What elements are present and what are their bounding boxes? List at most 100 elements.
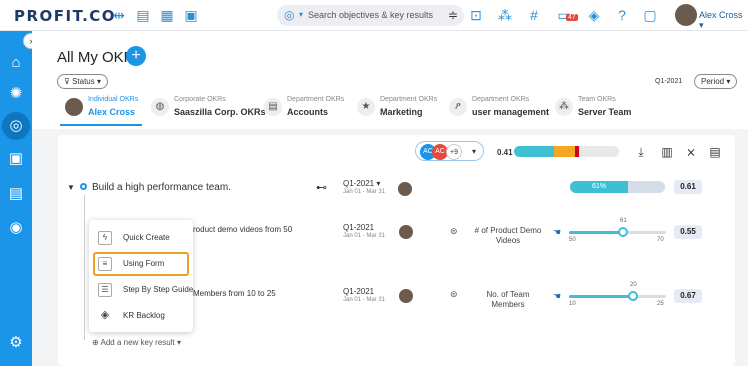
- alignment-icon[interactable]: ⊷: [316, 181, 327, 194]
- tab-corporate-okrs[interactable]: ◍ Corporate OKRs Saaszilla Corp. OKRs: [151, 95, 266, 125]
- key-result-title[interactable]: Members from 10 to 25: [193, 289, 276, 298]
- search-input[interactable]: Search objectives & key results: [308, 10, 433, 20]
- grid-icon[interactable]: ▦: [158, 6, 176, 24]
- chat-icon[interactable]: ▢: [641, 6, 659, 24]
- chart-icon[interactable]: ▥: [660, 145, 674, 159]
- target-value: 70: [657, 237, 664, 243]
- key-result-title[interactable]: roduct demo videos from 50: [193, 225, 292, 234]
- overall-score: 0.41: [497, 148, 513, 157]
- tab-user-management[interactable]: ዖ Department OKRs user management: [449, 95, 549, 125]
- alignment-icon[interactable]: ⇹: [110, 6, 128, 24]
- report-icon[interactable]: ▣: [182, 6, 200, 24]
- tab-accounts[interactable]: ▤ Department OKRs Accounts: [264, 95, 349, 125]
- target-icon[interactable]: ◎: [284, 8, 299, 23]
- menu-item-kr-backlog[interactable]: ◈ KR Backlog: [93, 304, 189, 328]
- checkin-icon[interactable]: ☚: [553, 291, 561, 302]
- search-bar[interactable]: ◎ ▾ Search objectives & key results ≑: [277, 5, 464, 26]
- tab-individual-okrs[interactable]: Individual OKRs Alex Cross: [65, 95, 145, 125]
- menu-item-quick-create[interactable]: ϟ Quick Create: [93, 226, 189, 250]
- tab-name-label: Server Team: [578, 107, 632, 117]
- metric-name: # of Product Demo Videos: [474, 226, 542, 245]
- document-icon[interactable]: ▤: [134, 6, 152, 24]
- avatar[interactable]: [399, 225, 413, 239]
- chevron-down-icon[interactable]: ▾: [466, 144, 482, 160]
- avatar[interactable]: [675, 4, 697, 26]
- status-filter[interactable]: ⊽ Status ▾: [57, 74, 109, 89]
- profitco-logo[interactable]: PROFIT.CO: [14, 7, 116, 25]
- key-result-period[interactable]: Q1-2021 Jan 01 - Mar 31: [343, 287, 385, 303]
- ledger-icon: ▤: [264, 98, 282, 116]
- slider-handle[interactable]: [628, 291, 638, 301]
- objective-progress-bar: 61%: [570, 181, 665, 193]
- period-dropdown[interactable]: Period ▾: [694, 74, 738, 89]
- menu-item-step-by-step-guide[interactable]: ☰ Step By Step Guide: [93, 278, 193, 302]
- metric-type-icon: ⊜: [450, 226, 458, 236]
- user-menu[interactable]: Alex Cross ▾: [699, 10, 748, 31]
- okr-target-icon[interactable]: ◎: [2, 112, 30, 140]
- folder-icon[interactable]: ⊡: [467, 6, 485, 24]
- tab-type-label: Department OKRs: [472, 96, 530, 103]
- globe-icon: ◍: [151, 98, 169, 116]
- menu-item-label: KR Backlog: [123, 311, 165, 320]
- tab-name-label: Saaszilla Corp. OKRs: [174, 107, 266, 117]
- objective-progress-fill: 61%: [570, 181, 628, 193]
- notification-badge: 47: [566, 14, 578, 21]
- add-objective-button[interactable]: +: [126, 46, 146, 66]
- objective-score: 0.61: [674, 180, 702, 194]
- hashtag-icon[interactable]: #: [525, 6, 543, 24]
- menu-item-using-form[interactable]: ≡ Using Form: [93, 252, 189, 276]
- settings-gear-icon[interactable]: ⚙: [6, 333, 26, 353]
- layers-icon: ◈: [100, 309, 110, 321]
- home-icon[interactable]: ⌂: [6, 53, 26, 73]
- tab-type-label: Department OKRs: [287, 96, 345, 103]
- lightbulb-icon[interactable]: ✺: [6, 84, 26, 104]
- objective-title[interactable]: Build a high performance team.: [92, 182, 231, 193]
- team-icon: ⁂: [555, 98, 573, 116]
- add-key-result-menu: ϟ Quick Create ≡ Using Form ☰ Step By St…: [89, 220, 193, 332]
- slider-fill: [569, 231, 624, 234]
- progress-segment: [514, 146, 554, 157]
- avatar[interactable]: [398, 182, 412, 196]
- tab-marketing[interactable]: ★ Department OKRs Marketing: [357, 95, 442, 125]
- menu-item-label: Step By Step Guide: [123, 285, 194, 294]
- team-avatar-group[interactable]: AC AC +9 ▾: [415, 141, 484, 161]
- filter-icon[interactable]: ≑: [448, 8, 458, 22]
- objective-status-icon: [80, 183, 87, 190]
- star-icon: ★: [357, 98, 375, 116]
- tab-type-label: Corporate OKRs: [174, 96, 226, 103]
- expand-caret-icon[interactable]: ▼: [67, 183, 75, 192]
- guide-icon: ☰: [98, 283, 112, 297]
- org-chart-icon[interactable]: ⁂: [496, 6, 514, 24]
- overall-progress-bar: [514, 146, 619, 157]
- target-value: 25: [657, 301, 664, 307]
- tab-type-label: Individual OKRs: [88, 96, 139, 103]
- tab-type-label: Team OKRs: [578, 96, 616, 103]
- collapse-icon[interactable]: ⨯: [684, 145, 698, 159]
- calendar-check-icon[interactable]: ▣: [6, 149, 26, 169]
- help-icon[interactable]: ?: [613, 6, 631, 24]
- layers-icon[interactable]: ◈: [585, 6, 603, 24]
- start-value: 50: [569, 237, 576, 243]
- message-icon[interactable]: ▤: [6, 184, 26, 204]
- progress-segment: [553, 146, 575, 157]
- users-icon: ዖ: [449, 98, 467, 116]
- objective-period[interactable]: Q1-2021 ▾ Jan 01 - Mar 31: [343, 179, 385, 195]
- tree-connector: [84, 195, 85, 340]
- chevron-down-icon[interactable]: ▾: [299, 10, 303, 19]
- download-icon[interactable]: ⤓: [634, 145, 648, 159]
- tab-type-label: Department OKRs: [380, 96, 438, 103]
- avatar[interactable]: [399, 289, 413, 303]
- menu-item-label: Quick Create: [123, 233, 170, 242]
- sidebar: ⌂ ✺ ◎ ▣ ▤ ◉ ⚙: [0, 31, 32, 366]
- tab-server-team[interactable]: ⁂ Team OKRs Server Team: [555, 95, 635, 125]
- dashboard-icon[interactable]: ◉: [6, 218, 26, 238]
- metric-type-icon: ⊜: [450, 289, 458, 299]
- key-result-period[interactable]: Q1-2021 Jan 01 - Mar 31: [343, 223, 385, 239]
- top-bar: PROFIT.CO ⇹ ▤ ▦ ▣ ◎ ▾ Search objectives …: [0, 0, 748, 31]
- checkin-icon[interactable]: ☚: [553, 227, 561, 238]
- comment-icon[interactable]: ▤: [708, 145, 722, 159]
- metric-name: No. of Team Members: [486, 290, 530, 309]
- add-key-result-button[interactable]: ⊕ Add a new key result ▾: [92, 338, 181, 347]
- menu-item-label: Using Form: [123, 259, 165, 268]
- slider-handle[interactable]: [618, 227, 628, 237]
